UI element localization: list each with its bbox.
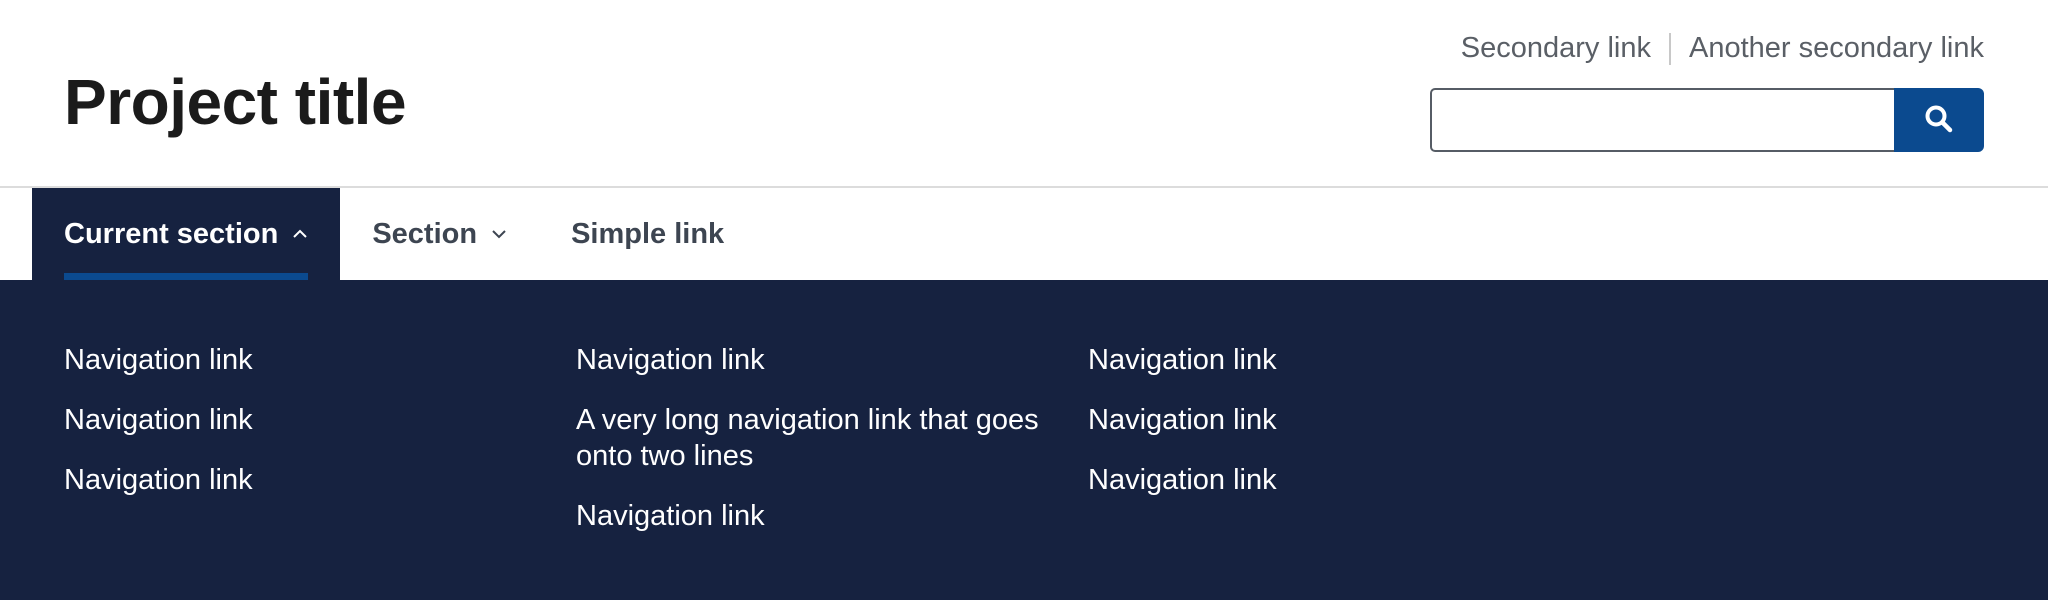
secondary-link[interactable]: Secondary link bbox=[1461, 32, 1651, 65]
search-form bbox=[1430, 88, 1984, 152]
megamenu-link[interactable]: Navigation link bbox=[1088, 402, 1558, 438]
megamenu-column: Navigation link Navigation link Navigati… bbox=[64, 342, 534, 522]
secondary-links-divider bbox=[1669, 32, 1671, 65]
nav-item-section[interactable]: Section bbox=[340, 188, 539, 280]
nav-item-label: Section bbox=[372, 217, 478, 250]
megamenu-link[interactable]: Navigation link bbox=[1088, 462, 1558, 498]
chevron-up-icon bbox=[292, 226, 308, 242]
nav-item-label: Simple link bbox=[571, 217, 725, 250]
megamenu-link[interactable]: Navigation link bbox=[64, 402, 534, 438]
nav-item-current-section[interactable]: Current section bbox=[32, 188, 341, 280]
search-button[interactable] bbox=[1894, 88, 1984, 152]
megamenu-link[interactable]: Navigation link bbox=[64, 462, 534, 498]
megamenu-panel: Navigation link Navigation link Navigati… bbox=[0, 280, 2048, 600]
megamenu-link[interactable]: Navigation link bbox=[64, 342, 534, 378]
project-title[interactable]: Project title bbox=[64, 62, 407, 142]
secondary-links: Secondary link Another secondary link bbox=[1461, 32, 1984, 65]
search-icon bbox=[1923, 103, 1955, 138]
another-secondary-link[interactable]: Another secondary link bbox=[1689, 32, 1984, 65]
nav-item-simple-link[interactable]: Simple link bbox=[539, 188, 756, 280]
megamenu-column: Navigation link Navigation link Navigati… bbox=[1088, 342, 1558, 522]
megamenu-link[interactable]: A very long navigation link that goes on… bbox=[576, 402, 1046, 474]
megamenu-column: Navigation link A very long navigation l… bbox=[576, 342, 1046, 558]
megamenu-link[interactable]: Navigation link bbox=[1088, 342, 1558, 378]
primary-nav: Current section Section Simple link bbox=[0, 188, 2048, 280]
search-input[interactable] bbox=[1430, 88, 1894, 152]
megamenu-link[interactable]: Navigation link bbox=[576, 342, 1046, 378]
megamenu-link[interactable]: Navigation link bbox=[576, 498, 1046, 534]
site-header: Project title Secondary link Another sec… bbox=[0, 0, 2048, 188]
nav-item-label: Current section bbox=[64, 217, 279, 250]
chevron-down-icon bbox=[491, 226, 507, 242]
